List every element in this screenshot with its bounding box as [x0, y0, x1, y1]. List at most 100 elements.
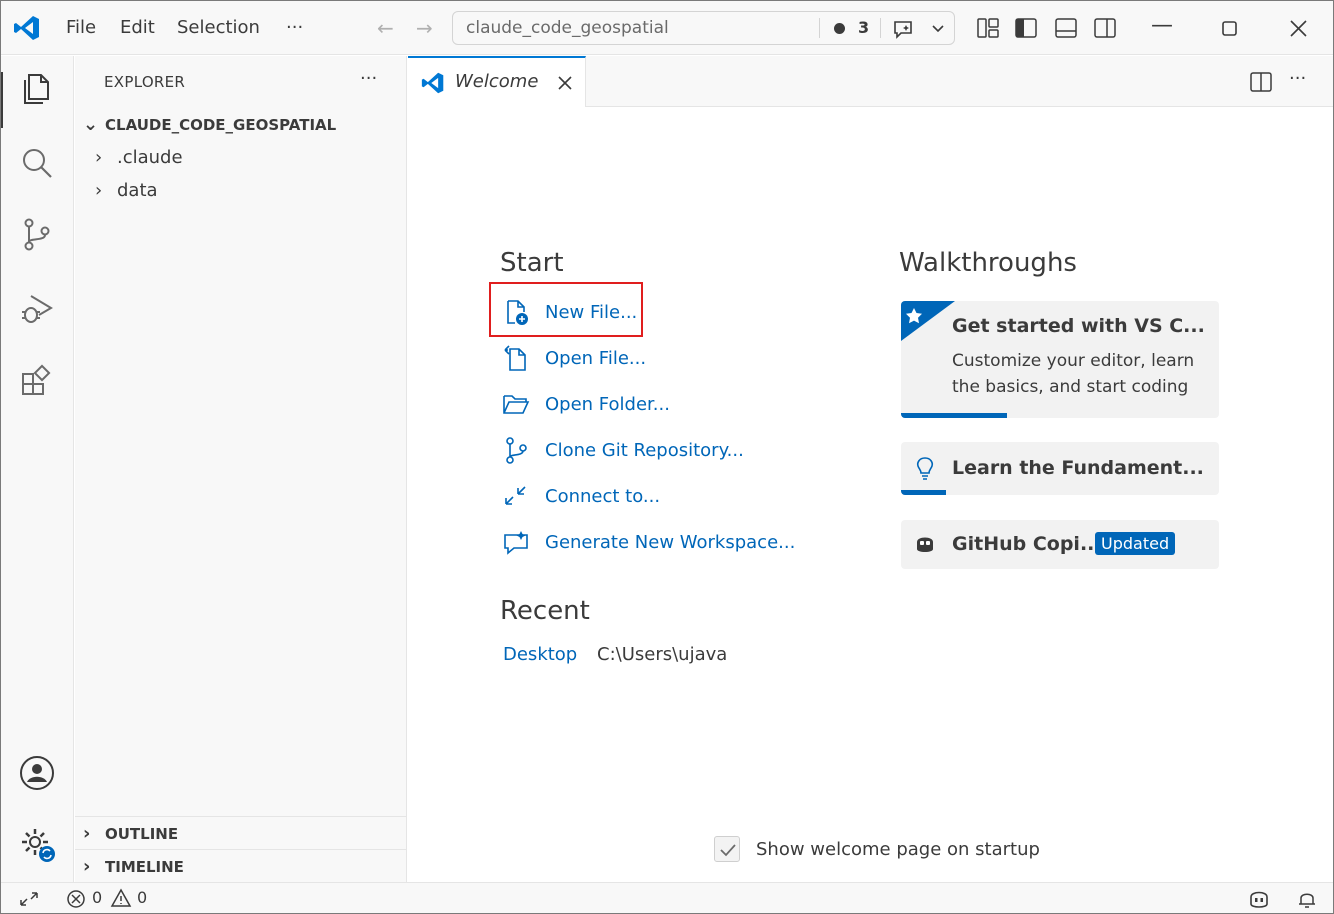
tree-item-label: data [117, 180, 158, 201]
section-timeline[interactable]: › TIMELINE [83, 856, 184, 877]
divider [880, 18, 881, 38]
accounts-icon[interactable] [19, 755, 55, 791]
warning-count[interactable]: 0 [137, 888, 147, 907]
git-branch-icon [506, 437, 527, 464]
folder-icon [503, 395, 530, 414]
toggle-panel-icon[interactable] [1054, 16, 1078, 40]
open-file-icon [504, 345, 526, 371]
command-center[interactable]: claude_code_geospatial 3 [452, 11, 955, 45]
notification-count[interactable]: 3 [858, 18, 869, 37]
walkthrough-card-title: GitHub Copi... [952, 533, 1102, 555]
search-icon[interactable] [19, 145, 55, 181]
minimize-icon[interactable]: — [1151, 13, 1173, 38]
close-icon[interactable] [558, 76, 572, 90]
start-heading: Start [500, 248, 564, 278]
open-folder-label: Open Folder... [545, 394, 670, 415]
chevron-down-icon[interactable] [931, 22, 945, 36]
copilot-icon[interactable] [1247, 888, 1271, 910]
connect-to-label: Connect to... [545, 486, 661, 507]
manage-gear-icon[interactable] [19, 826, 55, 862]
explorer-icon[interactable] [19, 71, 55, 107]
walkthrough-card-title: Get started with VS C... [952, 315, 1205, 337]
remote-icon [505, 486, 526, 505]
active-indicator [1, 72, 3, 128]
tree-item-data[interactable]: › data [95, 180, 158, 201]
walkthrough-progress-bar [901, 413, 1007, 418]
activity-bar [1, 56, 74, 882]
chevron-down-icon: ⌄ [83, 114, 99, 135]
sparkle-chat-icon [504, 531, 528, 555]
vscode-logo-icon [421, 72, 444, 94]
section-timeline-label: TIMELINE [105, 858, 184, 876]
divider [75, 849, 407, 850]
remote-icon[interactable] [19, 889, 39, 909]
menu-more[interactable]: ··· [286, 17, 303, 38]
new-file-icon [507, 300, 528, 325]
lightbulb-icon [916, 457, 934, 480]
folder-root[interactable]: ⌄ CLAUDE_CODE_GEOSPATIAL [83, 114, 336, 135]
sidebar-more-button[interactable]: ··· [360, 68, 377, 89]
chevron-right-icon: › [95, 147, 103, 168]
section-outline-label: OUTLINE [105, 825, 179, 843]
updated-badge: Updated [1095, 532, 1176, 555]
recent-item-link[interactable]: Desktop [503, 644, 577, 665]
section-outline[interactable]: › OUTLINE [83, 823, 178, 844]
sidebar-title: EXPLORER [104, 73, 186, 91]
chevron-right-icon: › [83, 856, 91, 877]
editor-tabs: Welcome ··· [408, 56, 1333, 107]
toggle-secondary-sidebar-icon[interactable] [1093, 16, 1117, 40]
chevron-right-icon: › [95, 180, 103, 201]
menu-file[interactable]: File [66, 17, 96, 38]
divider [819, 18, 820, 38]
tree-item-claude[interactable]: › .claude [95, 147, 183, 168]
menu-edit[interactable]: Edit [120, 17, 155, 38]
toggle-primary-sidebar-icon[interactable] [1014, 16, 1038, 40]
startup-checkbox[interactable] [714, 836, 740, 862]
walkthrough-card-copilot[interactable]: GitHub Copi... Updated [901, 520, 1219, 569]
explorer-sidebar: EXPLORER ··· ⌄ CLAUDE_CODE_GEOSPATIAL › .c… [75, 56, 407, 882]
notification-dot-icon [834, 23, 845, 34]
source-control-icon[interactable] [19, 216, 55, 252]
back-arrow-icon[interactable]: ← [377, 16, 394, 40]
warning-icon[interactable] [110, 888, 132, 908]
extensions-icon[interactable] [19, 362, 55, 398]
generate-workspace-label: Generate New Workspace... [545, 532, 796, 553]
welcome-page: Start New File... Open File... Open Fold… [408, 108, 1333, 882]
tab-welcome-label: Welcome [455, 71, 539, 92]
status-bar: 0 0 [1, 882, 1333, 913]
recent-heading: Recent [500, 596, 590, 626]
walkthroughs-heading: Walkthroughs [899, 248, 1077, 278]
close-icon[interactable] [1290, 20, 1307, 37]
copilot-chat-icon[interactable] [891, 17, 915, 41]
walkthrough-progress-bar [901, 490, 946, 495]
run-debug-icon[interactable] [19, 290, 55, 326]
walkthrough-card-title: Learn the Fundament... [952, 457, 1204, 479]
editor-more-button[interactable]: ··· [1289, 68, 1306, 89]
error-count[interactable]: 0 [92, 888, 102, 907]
error-icon[interactable] [66, 889, 86, 909]
bell-icon[interactable] [1297, 888, 1317, 910]
command-center-label: claude_code_geospatial [466, 18, 669, 38]
walkthrough-card-get-started[interactable]: Get started with VS C... Customize your … [901, 301, 1219, 418]
folder-root-label: CLAUDE_CODE_GEOSPATIAL [105, 116, 337, 134]
clone-git-label: Clone Git Repository... [545, 440, 744, 461]
title-bar: File Edit Selection ··· ← → claude_code_… [1, 1, 1333, 55]
recent-item-path: C:\Users\ujava [597, 644, 728, 665]
walkthrough-card-desc: Customize your editor, learn the basics,… [952, 351, 1195, 397]
maximize-icon[interactable] [1222, 21, 1237, 36]
menu-selection[interactable]: Selection [177, 17, 260, 38]
chevron-right-icon: › [83, 823, 91, 844]
startup-label: Show welcome page on startup [756, 839, 1040, 860]
open-file-label: Open File... [545, 348, 647, 369]
copilot-icon [917, 537, 933, 552]
split-editor-icon[interactable] [1250, 71, 1272, 93]
tab-welcome[interactable]: Welcome [408, 56, 586, 107]
customize-layout-icon[interactable] [976, 16, 1000, 40]
new-file-label: New File... [545, 302, 638, 323]
walkthrough-card-fundamentals[interactable]: Learn the Fundament... [901, 442, 1219, 495]
divider [75, 816, 407, 817]
vscode-window: File Edit Selection ··· ← → claude_code_… [0, 0, 1334, 914]
forward-arrow-icon[interactable]: → [416, 16, 433, 40]
vscode-logo-icon [14, 16, 39, 40]
checkmark-icon [720, 844, 736, 857]
